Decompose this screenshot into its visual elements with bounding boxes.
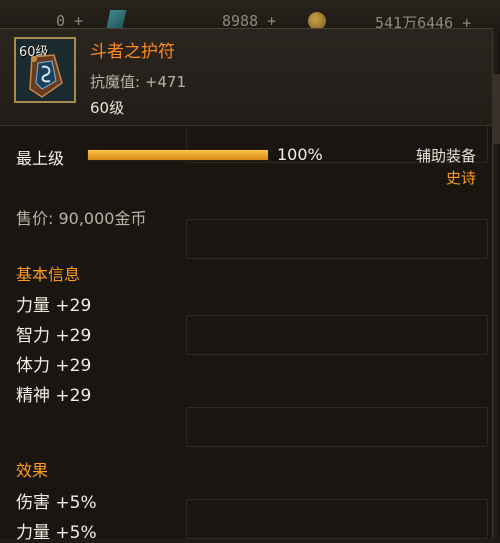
side-tab[interactable] [492, 74, 500, 144]
background-slot [186, 407, 488, 447]
effect-strength: 力量 +5% [16, 523, 97, 543]
enhancement-label: 最上级 [16, 149, 65, 168]
tooltip-header: 60级 斗者之护符 抗魔值: +471 60级 [0, 29, 492, 126]
stat-vitality: 体力 +29 [16, 356, 92, 376]
effects-title: 效果 [16, 461, 49, 480]
background-slot [186, 219, 488, 259]
background-slot [186, 315, 488, 355]
anti-magic-value: 抗魔值: +471 [90, 73, 187, 91]
enhancement-percent: 100% [277, 145, 323, 164]
background-slot [186, 499, 488, 539]
item-name: 斗者之护符 [90, 42, 175, 62]
enhancement-progress-fill [88, 150, 268, 160]
enhancement-progress-bar [87, 149, 269, 161]
rarity-label: 史诗 [445, 169, 476, 187]
equipment-type: 辅助装备 [415, 147, 476, 165]
stat-strength: 力量 +29 [16, 296, 92, 316]
item-tooltip: 60级 斗者之护符 抗魔值: +471 60级 最上级 100% 辅助装备 史诗… [0, 28, 493, 543]
effect-damage: 伤害 +5% [16, 493, 97, 513]
basic-info-title: 基本信息 [16, 265, 81, 284]
item-icon: 60级 [14, 37, 76, 103]
required-level: 60级 [90, 99, 125, 117]
amulet-icon [29, 54, 63, 98]
sell-price: 售价: 90,000金币 [16, 209, 147, 228]
side-panel-edge [492, 34, 500, 537]
stat-intelligence: 智力 +29 [16, 326, 92, 346]
stat-spirit: 精神 +29 [16, 386, 92, 406]
